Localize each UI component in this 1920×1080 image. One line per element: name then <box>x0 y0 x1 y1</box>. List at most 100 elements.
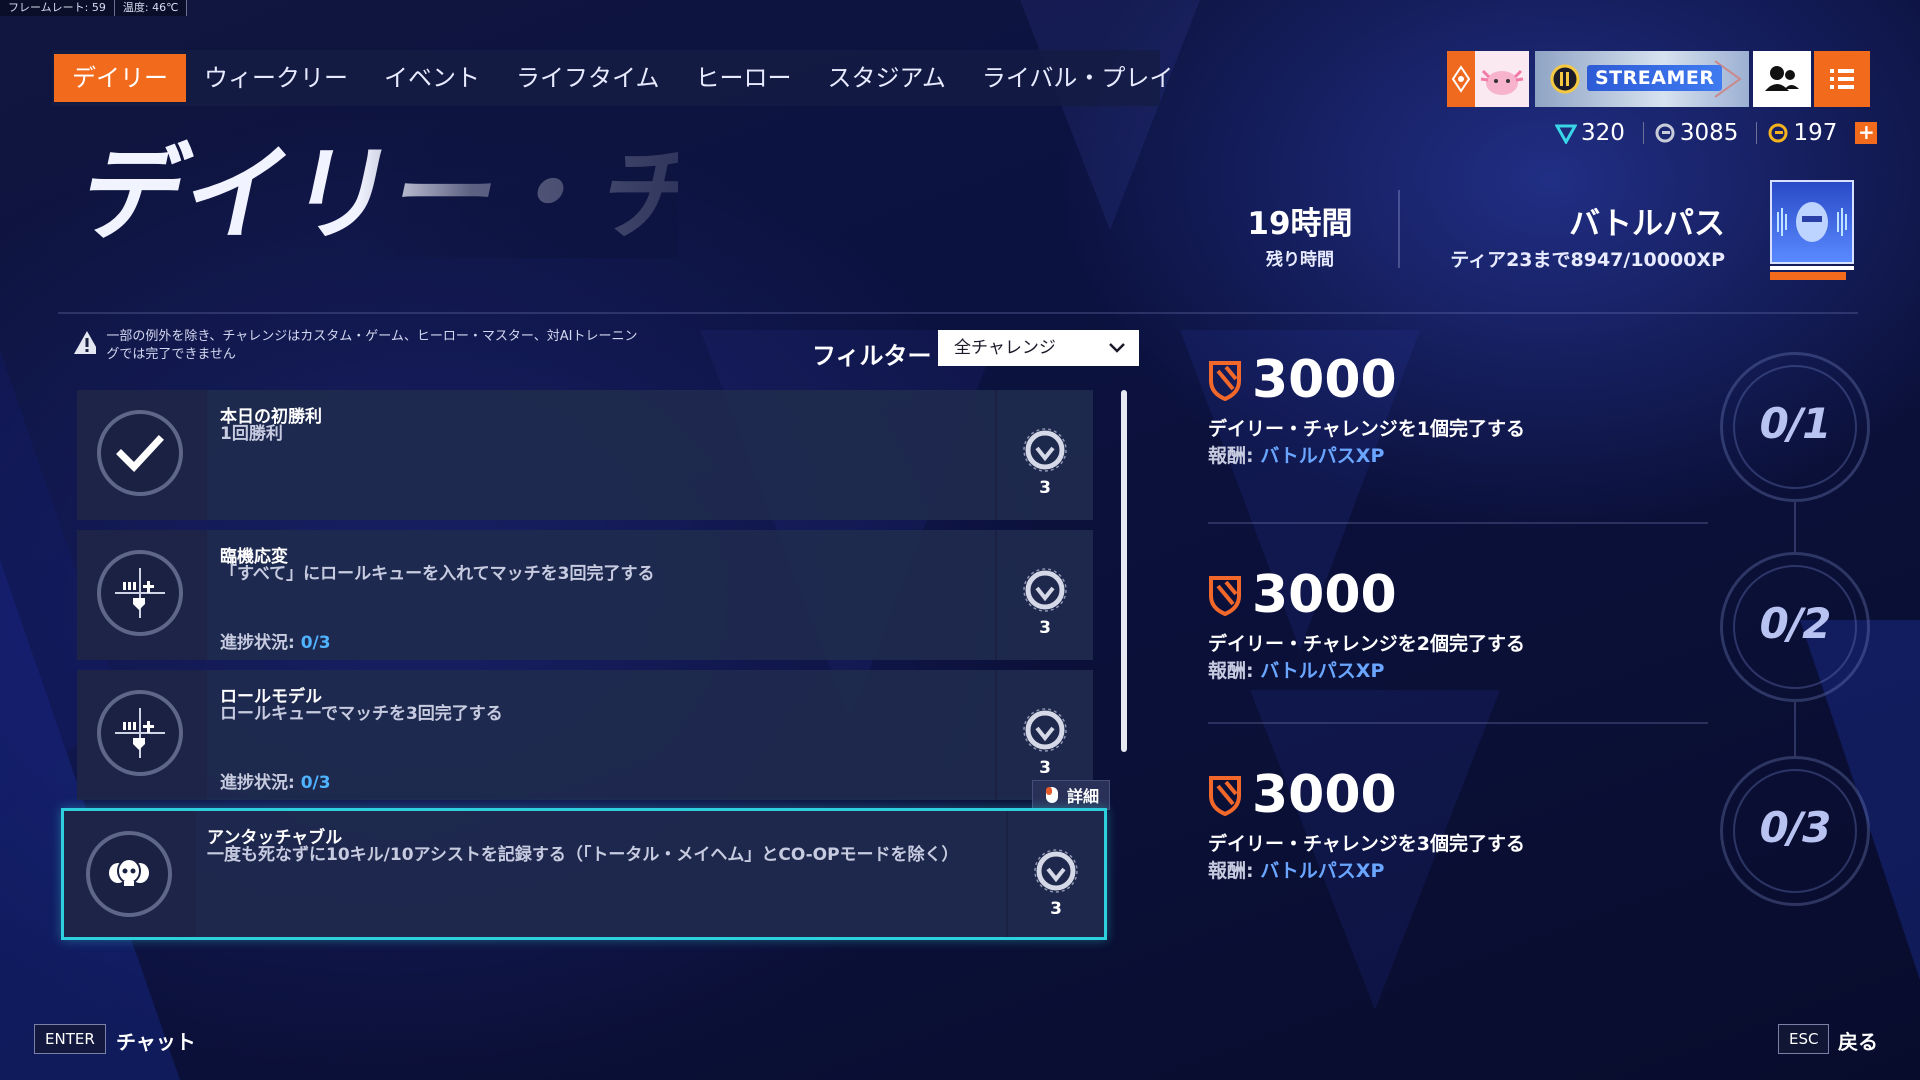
tab-daily[interactable]: デイリー <box>54 54 186 102</box>
tab-weekly[interactable]: ウィークリー <box>186 54 366 102</box>
tab-stadium[interactable]: スタジアム <box>810 54 964 102</box>
temperature-readout: 温度: 46℃ <box>115 0 188 16</box>
milestone-divider <box>1208 522 1708 524</box>
milestone-progress-ring: 0/3 <box>1720 756 1870 906</box>
triangle-credit-icon <box>1555 124 1577 144</box>
axolotl-avatar-icon <box>1480 69 1524 95</box>
battle-pass-info[interactable]: バトルパス ティア23まで8947/10000XP <box>1420 198 1725 272</box>
challenge-list-scrollbar[interactable] <box>1121 390 1127 752</box>
page-title: デイリー・チャレンジ <box>58 118 1134 258</box>
performance-overlay: フレームレート: 59 温度: 46℃ <box>0 0 188 16</box>
milestone-progress: 0/3 <box>1759 803 1832 852</box>
currency-divider <box>1642 122 1644 144</box>
challenge-description: 一度も死なずに10キル/10アシストを記録する（「トータル・メイヘム」とCO-O… <box>207 845 959 865</box>
milestone-progress-ring: 0/2 <box>1720 552 1870 702</box>
challenge-description: 「すべて」にロールキューを入れてマッチを3回完了する <box>220 564 655 584</box>
credits: 3085 <box>1654 120 1738 146</box>
battle-pass-xp-icon <box>1209 776 1241 816</box>
page-title-graphic: デイリー・チャレンジ <box>69 128 1134 258</box>
checkmark-icon <box>116 435 164 473</box>
progress-label: 進捗状況: <box>220 633 301 653</box>
milestone-progress: 0/1 <box>1759 399 1832 448</box>
reward-count: 3 <box>1039 758 1051 778</box>
back-label[interactable]: 戻る <box>1838 1026 1878 1055</box>
progress-value: 0/3 <box>300 633 331 653</box>
overwatch-logo-icon <box>1023 708 1067 752</box>
enter-key-hint[interactable]: ENTER <box>34 1024 106 1054</box>
challenge-icon-frame <box>97 690 183 776</box>
challenge-icon-frame <box>97 410 183 496</box>
challenge-card-selected[interactable]: アンタッチャブル 一度も死なずに10キル/10アシストを記録する（「トータル・メ… <box>61 808 1107 940</box>
battle-pass-xp-icon <box>1209 576 1241 616</box>
tab-event[interactable]: イベント <box>366 54 498 102</box>
tab-rival-play[interactable]: ライバル・プレイ <box>964 54 1192 102</box>
currency-divider <box>1756 122 1758 144</box>
milestone-reward: 報酬: バトルパスXP <box>1208 660 1385 682</box>
warning-icon <box>74 331 97 354</box>
filter-selected-value: 全チャレンジ <box>954 338 1056 358</box>
milestone-xp: 3000 <box>1208 565 1738 625</box>
milestone-item: 3000 デイリー・チャレンジを1個完了する 報酬: バトルパスXP <box>1208 350 1738 468</box>
legacy-credits: 320 <box>1555 120 1625 146</box>
role-queue-icon <box>115 708 165 758</box>
reward-count: 3 <box>1039 478 1051 498</box>
challenge-icon-panel <box>64 811 196 937</box>
menu-button[interactable] <box>1814 51 1870 107</box>
milestone-divider <box>1208 722 1708 724</box>
streamer-title: STREAMER <box>1587 65 1723 91</box>
framerate-readout: フレームレート: 59 <box>0 0 115 16</box>
credit-icon <box>1655 123 1675 143</box>
ring-connector <box>1794 702 1796 756</box>
progress-label: 進捗状況: <box>220 773 301 793</box>
tab-hero[interactable]: ヒーロー <box>678 54 810 102</box>
details-button[interactable]: 詳細 <box>1032 780 1110 810</box>
milestone-xp: 3000 <box>1208 350 1738 410</box>
tab-lifetime[interactable]: ライフタイム <box>498 54 678 102</box>
challenge-icon-panel <box>77 530 207 660</box>
challenge-description: ロールキューでマッチを3回完了する <box>220 704 503 724</box>
coin-icon <box>1768 123 1788 143</box>
milestone-reward: 報酬: バトルパスXP <box>1208 860 1385 882</box>
diamond-icon <box>1451 65 1471 93</box>
challenge-icon-panel <box>77 390 207 520</box>
challenge-category-tabs: デイリー ウィークリー イベント ライフタイム ヒーロー スタジアム ライバル・… <box>52 50 1173 106</box>
currency-bar: 320 3085 197 + <box>1555 118 1878 148</box>
battle-pass-icon[interactable] <box>1770 180 1854 264</box>
battle-pass-xp-icon <box>1209 361 1241 401</box>
challenge-card[interactable]: ロールモデル ロールキューでマッチを3回完了する 進捗状況: 0/3 3 <box>77 670 1093 800</box>
time-remaining-value: 19時間 <box>1247 206 1353 242</box>
chevron-down-icon <box>1109 343 1125 353</box>
challenge-reward: 3 <box>995 390 1093 520</box>
nameplate-streamer[interactable]: STREAMER <box>1535 51 1749 107</box>
list-icon <box>1830 69 1854 89</box>
challenge-icon-panel <box>77 670 207 800</box>
ring-connector <box>1794 502 1796 552</box>
milestone-xp: 3000 <box>1208 765 1738 825</box>
challenge-progress: 進捗状況: 0/3 <box>220 628 331 653</box>
milestone-description: デイリー・チャレンジを3個完了する <box>1208 833 1526 855</box>
milestone-item: 3000 デイリー・チャレンジを2個完了する 報酬: バトルパスXP <box>1208 565 1738 683</box>
challenge-progress: 進捗状況: 0/3 <box>220 768 331 793</box>
milestone-item: 3000 デイリー・チャレンジを3個完了する 報酬: バトルパスXP <box>1208 765 1738 883</box>
challenge-card[interactable]: 本日の初勝利 1回勝利 3 <box>77 390 1093 520</box>
esc-key-hint[interactable]: ESC <box>1778 1024 1830 1054</box>
divider <box>1398 190 1400 268</box>
coins: 197 <box>1767 120 1837 146</box>
battle-pass-bar <box>1770 266 1854 270</box>
reward-count: 3 <box>1039 618 1051 638</box>
challenge-description: 1回勝利 <box>220 424 283 444</box>
notice-text: 一部の例外を除き、チャレンジはカスタム・ゲーム、ヒーロー・マスター、対AIトレー… <box>106 329 638 362</box>
chat-label[interactable]: チャット <box>116 1026 196 1055</box>
challenge-card[interactable]: 臨機応変 「すべて」にロールキューを入れてマッチを3回完了する 進捗状況: 0/… <box>77 530 1093 660</box>
battle-pass-progress: ティア23まで8947/10000XP <box>1450 249 1725 271</box>
filter-dropdown[interactable]: 全チャレンジ <box>938 330 1139 366</box>
challenge-icon-frame <box>97 550 183 636</box>
challenge-reward: 3 <box>995 530 1093 660</box>
skulls-icon <box>109 858 149 886</box>
social-button[interactable] <box>1753 51 1811 107</box>
battle-pass-title: バトルパス <box>1569 206 1725 242</box>
buy-coins-button[interactable]: + <box>1855 122 1878 144</box>
player-badge-button[interactable] <box>1447 51 1529 107</box>
filter-label: フィルター <box>812 342 932 370</box>
group-icon <box>1765 66 1799 91</box>
